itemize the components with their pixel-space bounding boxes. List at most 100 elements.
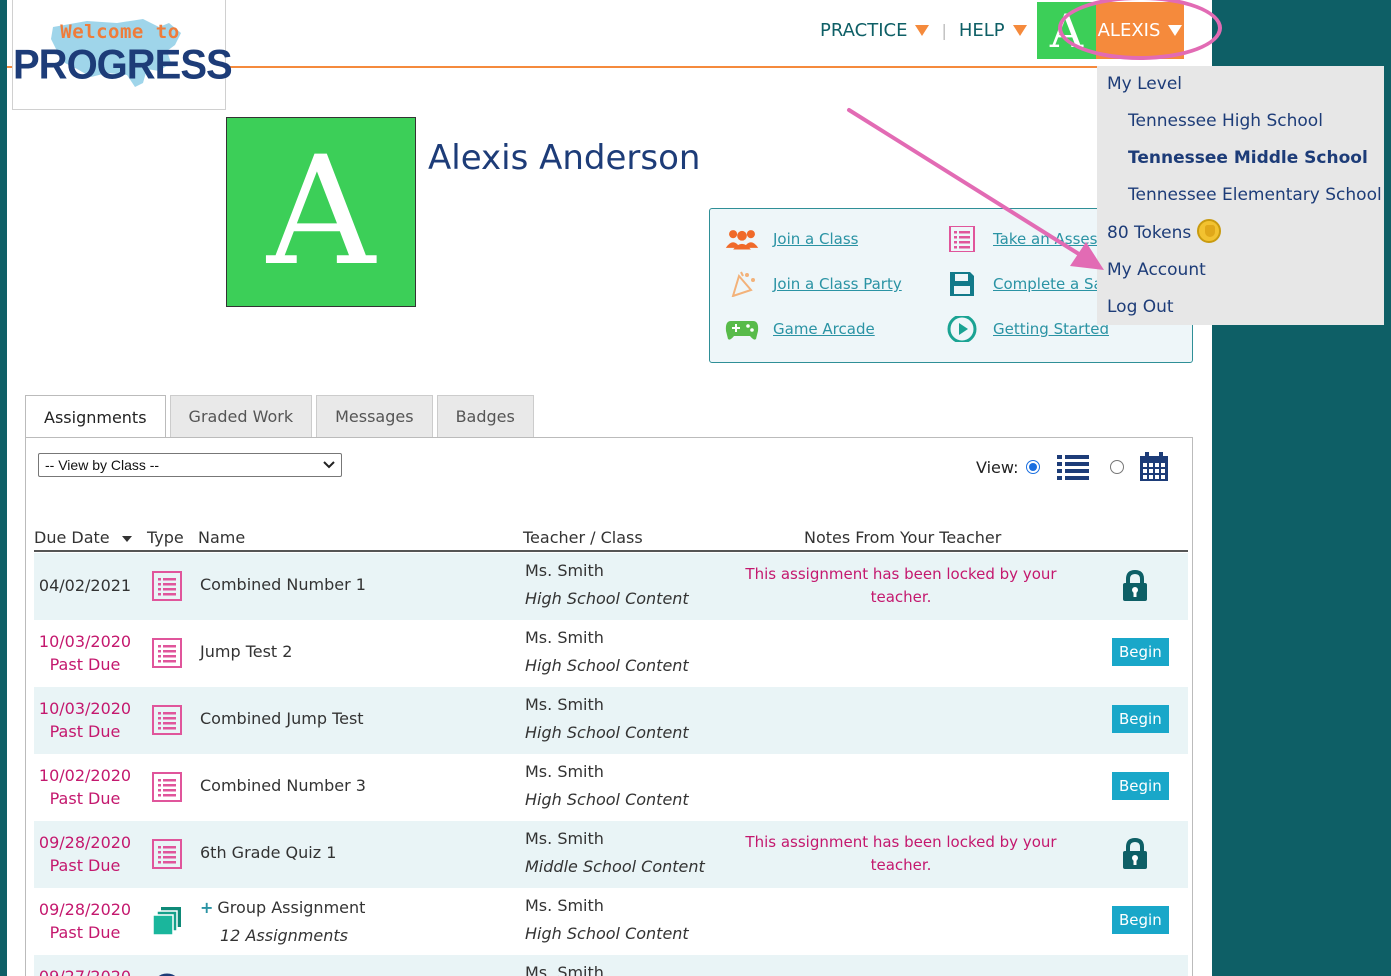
dropdown-triangle-icon: [1012, 24, 1027, 36]
view-label: View:: [976, 457, 1019, 477]
user-dropdown-menu: My Level Tennessee High School Tennessee…: [1097, 66, 1384, 325]
calendar-view-radio[interactable]: [1110, 460, 1125, 474]
game-arcade-label: Game Arcade: [773, 320, 875, 338]
play-circle-icon: [945, 316, 979, 342]
teacher-note: This assignment has been locked by your …: [745, 833, 1057, 874]
menu-level-high-school[interactable]: Tennessee High School: [1128, 111, 1323, 131]
begin-button[interactable]: Begin: [1112, 906, 1169, 934]
assignment-name: Combined Number 3: [200, 776, 366, 795]
past-due-label: Past Due: [49, 923, 121, 942]
class-party-link[interactable]: Join a Class Party: [725, 271, 902, 297]
view-toggle: View:: [976, 451, 1170, 483]
assessment-icon: [152, 772, 182, 802]
past-due-label: Past Due: [49, 655, 121, 674]
game-arcade-link[interactable]: Game Arcade: [725, 316, 875, 342]
class-filter-value: -- View by Class --: [45, 457, 160, 473]
table-row[interactable]: 10/02/2020 Past Due Combined Number 3 Ms.…: [34, 754, 1188, 821]
due-date: 09/27/2020: [39, 967, 131, 976]
nav-help[interactable]: HELP: [959, 20, 1027, 41]
lock-icon: [1123, 837, 1147, 869]
due-date-cell: 10/03/2020 Past Due: [34, 630, 136, 676]
teacher-class: Ms. Smith Middle School Content: [525, 825, 705, 881]
nav-help-label: HELP: [958, 19, 1005, 41]
teacher-name: Ms. Smith: [525, 896, 604, 915]
teacher-name: Ms. Smith: [525, 963, 604, 976]
teacher-class: Ms. Smith High School Content: [525, 624, 689, 680]
complete-assessment-label: Complete a Saved Assessment: [993, 275, 1105, 293]
tab-messages[interactable]: Messages: [316, 395, 433, 437]
class-name: High School Content: [525, 656, 689, 675]
assignment-name: Combined Jump Test: [200, 709, 364, 728]
header-due-date[interactable]: Due Date: [34, 528, 132, 547]
table-row[interactable]: 10/03/2020 Past Due Jump Test 2 Ms. Smith…: [34, 620, 1188, 687]
calendar-view-icon[interactable]: [1138, 451, 1170, 483]
assignment-name: Group Assignment: [217, 898, 366, 917]
tab-graded-work[interactable]: Graded Work: [169, 395, 313, 437]
group-count: 12 Assignments: [220, 926, 348, 945]
left-border: [0, 0, 7, 976]
dropdown-triangle-icon: [915, 24, 930, 36]
due-date-cell: 10/02/2020 Past Due: [34, 764, 136, 810]
gamepad-icon: [725, 316, 759, 342]
lock-icon: [1123, 569, 1147, 601]
top-nav: PRACTICE | HELP |: [820, 0, 1056, 60]
class-party-label: Join a Class Party: [773, 275, 902, 293]
menu-tokens[interactable]: 80 Tokens: [1107, 219, 1222, 245]
clock-icon: [158, 973, 176, 976]
assessment-icon: [152, 571, 182, 601]
table-row[interactable]: 09/27/2020 Ms. Smith: [34, 955, 1188, 976]
class-name: High School Content: [525, 589, 689, 608]
table-row[interactable]: 09/28/2020 Past Due 6th Grade Quiz 1 Ms. …: [34, 821, 1188, 888]
assessment-list-icon: [945, 226, 979, 252]
teacher-class: Ms. Smith High School Content: [525, 758, 689, 814]
due-date: 10/03/2020: [38, 699, 132, 718]
join-class-link[interactable]: Join a Class: [725, 226, 858, 252]
teacher-class: Ms. Smith High School Content: [525, 892, 689, 948]
take-assessment-link[interactable]: Take an Assessment: [945, 226, 1105, 252]
class-name: High School Content: [525, 723, 689, 742]
teacher-class: Ms. Smith: [525, 959, 604, 976]
due-date: 10/02/2020: [38, 766, 132, 785]
begin-button[interactable]: Begin: [1112, 772, 1169, 800]
list-view-icon[interactable]: [1056, 453, 1090, 481]
expand-plus-icon[interactable]: +: [200, 898, 213, 917]
getting-started-link[interactable]: Getting Started: [945, 316, 1109, 342]
begin-button[interactable]: Begin: [1112, 705, 1169, 733]
header-name: Name: [198, 528, 246, 547]
nav-practice[interactable]: PRACTICE: [820, 20, 930, 41]
logo[interactable]: Welcome to PROGRESS: [12, 0, 233, 110]
menu-level-elementary-school[interactable]: Tennessee Elementary School: [1128, 185, 1382, 205]
tab-assignments[interactable]: Assignments: [25, 395, 166, 438]
group-assignment-name: + Group Assignment 12 Assignments: [200, 894, 365, 950]
begin-button[interactable]: Begin: [1112, 638, 1169, 666]
student-name: Alexis Anderson: [428, 138, 701, 178]
teacher-name: Ms. Smith: [525, 628, 604, 647]
list-view-radio[interactable]: [1026, 460, 1041, 474]
table-header: Due Date Type Name Teacher / Class Notes…: [34, 526, 1188, 552]
take-assessment-label: Take an Assessment: [993, 230, 1105, 248]
menu-my-level[interactable]: My Level: [1107, 74, 1182, 94]
tab-badges[interactable]: Badges: [436, 395, 534, 437]
menu-my-account[interactable]: My Account: [1107, 260, 1206, 280]
tab-bar: Assignments Graded Work Messages Badges: [25, 395, 534, 438]
assignment-list: 04/02/2021 Combined Number 1 Ms. Smith Hi…: [34, 553, 1188, 976]
due-date: 09/28/2020: [38, 833, 132, 852]
class-name: High School Content: [525, 790, 689, 809]
table-row[interactable]: 10/03/2020 Past Due Combined Jump Test Ms…: [34, 687, 1188, 754]
table-row[interactable]: 04/02/2021 Combined Number 1 Ms. Smith Hi…: [34, 553, 1188, 620]
due-date-cell: 10/03/2020 Past Due: [34, 697, 136, 743]
teacher-name: Ms. Smith: [525, 561, 604, 580]
teacher-class: Ms. Smith High School Content: [525, 691, 689, 747]
header-teacher-class: Teacher / Class: [523, 528, 643, 547]
class-filter-select[interactable]: -- View by Class --: [38, 453, 342, 477]
due-date: 10/03/2020: [38, 632, 132, 651]
menu-log-out[interactable]: Log Out: [1107, 297, 1174, 317]
complete-assessment-link[interactable]: Complete a Saved Assessment: [945, 271, 1105, 297]
table-row[interactable]: 09/28/2020 Past Due + Group Assignment 12 …: [34, 888, 1188, 955]
assignments-panel: -- View by Class -- View: Due Date Type …: [25, 437, 1193, 976]
sort-down-icon: [121, 535, 132, 542]
group-assignment-icon: [152, 907, 181, 936]
menu-level-middle-school[interactable]: Tennessee Middle School: [1128, 148, 1368, 168]
floppy-disk-icon: [945, 271, 979, 297]
people-icon: [725, 226, 759, 252]
